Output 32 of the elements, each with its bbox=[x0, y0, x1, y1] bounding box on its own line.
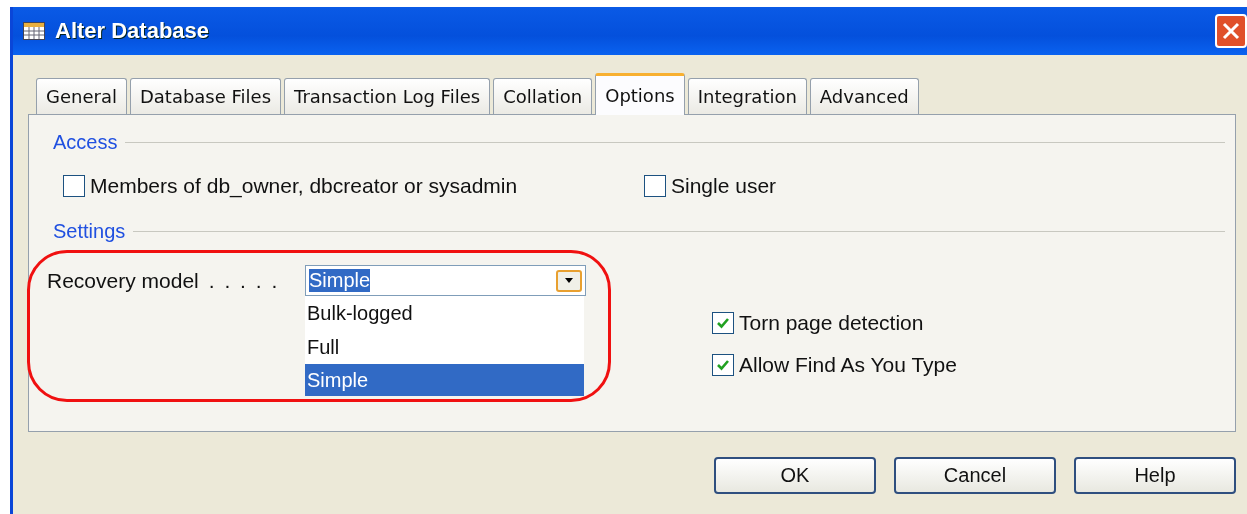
tab[interactable]: Integration bbox=[687, 78, 807, 114]
tab[interactable]: Transaction Log Files bbox=[284, 78, 491, 114]
tab[interactable]: Collation bbox=[493, 78, 593, 114]
field-label: Recovery model bbox=[47, 268, 199, 293]
dialog-button[interactable]: Help bbox=[1074, 457, 1236, 494]
dialog-button[interactable]: Cancel bbox=[894, 457, 1056, 494]
dropdown-value: Simple bbox=[309, 269, 371, 292]
checkbox[interactable] bbox=[712, 354, 734, 376]
checkbox-label: Members of db_owner, dbcreator or sysadmin bbox=[90, 174, 518, 198]
checkbox-label: Single user bbox=[671, 174, 777, 198]
dropdown-option[interactable]: Full bbox=[305, 330, 584, 364]
table-icon bbox=[23, 22, 45, 40]
window-title: Alter Database bbox=[55, 18, 210, 44]
checkbox-label: Allow Find As You Type bbox=[739, 353, 957, 377]
dialog-button[interactable]: OK bbox=[714, 457, 876, 494]
checkmark-icon bbox=[716, 316, 730, 330]
tab[interactable]: General bbox=[36, 78, 127, 114]
recovery-model-dropdown[interactable]: Simple bbox=[305, 265, 586, 296]
group-heading: Settings bbox=[53, 220, 126, 243]
tab[interactable]: Database Files bbox=[129, 78, 282, 114]
leader-dots: . . . . . bbox=[208, 268, 280, 293]
checkbox-label: Torn page detection bbox=[739, 311, 924, 335]
dropdown-option[interactable]: Bulk-logged bbox=[305, 296, 584, 330]
checkbox[interactable] bbox=[63, 175, 85, 197]
group-heading: Access bbox=[53, 131, 118, 154]
tab[interactable]: Advanced bbox=[809, 78, 919, 114]
checkmark-icon bbox=[716, 358, 730, 372]
tab[interactable]: Options bbox=[595, 73, 685, 115]
close-button[interactable] bbox=[1215, 14, 1247, 48]
dropdown-option[interactable]: Simple bbox=[305, 364, 584, 396]
checkbox[interactable] bbox=[644, 175, 666, 197]
checkbox[interactable] bbox=[712, 312, 734, 334]
